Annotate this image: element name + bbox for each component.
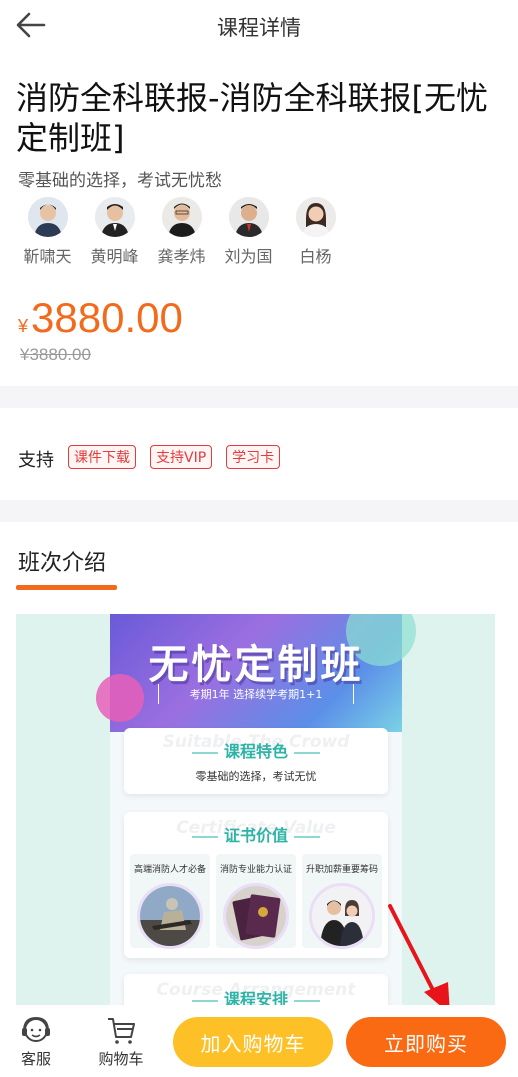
card-text: 零基础的选择，考试无忧 bbox=[195, 770, 317, 783]
customer-service-button[interactable]: 客服 bbox=[13, 1015, 59, 1069]
value-label: 升职加薪重要筹码 bbox=[305, 865, 378, 875]
course-subtitle: 零基础的选择，考试无忧愁 bbox=[18, 171, 222, 191]
price-value: 3880.00 bbox=[31, 294, 183, 341]
avatar bbox=[295, 197, 336, 237]
card-heading: 课程特色 bbox=[124, 738, 388, 762]
section-title: 班次介绍 bbox=[18, 551, 107, 576]
class-intro-poster: 无忧定制班 考期1年 选择续学考期1+1 Suitable The Crowd … bbox=[16, 614, 495, 1014]
support-tag: 学习卡 bbox=[226, 445, 281, 469]
avatar bbox=[161, 197, 202, 237]
value-item: 升职加薪重要筹码 bbox=[302, 854, 382, 949]
top-bar: 课程详情 bbox=[0, 0, 518, 50]
current-price: ¥3880.00 bbox=[18, 294, 183, 342]
teacher-list: 靳啸天 黄明峰 龚孝炜 刘为国 白杨 bbox=[14, 197, 349, 267]
teacher-name: 靳啸天 bbox=[23, 247, 72, 266]
section-underline bbox=[16, 585, 117, 590]
currency-symbol: ¥ bbox=[18, 316, 29, 336]
teacher-item[interactable]: 刘为国 bbox=[215, 197, 282, 267]
support-tags: 课件下载 支持VIP 学习卡 bbox=[68, 445, 281, 469]
add-to-cart-button[interactable]: 加入购物车 bbox=[173, 1017, 333, 1067]
card-heading: 证书价值 bbox=[124, 822, 388, 846]
value-label: 高端消防人才必备 bbox=[133, 865, 206, 875]
section-divider bbox=[0, 500, 518, 522]
value-label: 消防专业能力认证 bbox=[219, 865, 292, 875]
professionals-image bbox=[309, 883, 375, 949]
section-divider bbox=[0, 386, 518, 408]
buy-now-button[interactable]: 立即购买 bbox=[346, 1017, 506, 1067]
teacher-item[interactable]: 龚孝炜 bbox=[148, 197, 215, 267]
original-price: ¥3880.00 bbox=[20, 345, 91, 364]
teacher-name: 白杨 bbox=[299, 247, 332, 266]
cart-label: 购物车 bbox=[98, 1050, 144, 1068]
teacher-item[interactable]: 靳啸天 bbox=[14, 197, 81, 267]
course-title: 消防全科联报-消防全科联报[无忧定制班] bbox=[16, 79, 489, 157]
value-item: 高端消防人才必备 bbox=[130, 854, 210, 949]
teacher-item[interactable]: 黄明峰 bbox=[81, 197, 148, 267]
avatar bbox=[94, 197, 135, 237]
support-label: 支持 bbox=[18, 450, 54, 471]
avatar bbox=[228, 197, 269, 237]
bottom-action-bar: 客服 购物车 加入购物车 立即购买 bbox=[0, 1005, 518, 1077]
customer-service-icon bbox=[22, 1016, 50, 1042]
poster-banner: 无忧定制班 考期1年 选择续学考期1+1 bbox=[96, 614, 416, 732]
support-tag: 支持VIP bbox=[150, 445, 213, 469]
feature-card: Suitable The Crowd 课程特色 零基础的选择，考试无忧 bbox=[124, 728, 388, 794]
avatar bbox=[27, 197, 68, 237]
service-label: 客服 bbox=[20, 1050, 51, 1068]
firefighter-image bbox=[137, 883, 203, 949]
certificate-image bbox=[223, 883, 289, 949]
teacher-name: 黄明峰 bbox=[90, 247, 139, 266]
teacher-item[interactable]: 白杨 bbox=[282, 197, 349, 267]
teacher-name: 龚孝炜 bbox=[157, 247, 206, 266]
certificate-card: Certificate Value 证书价值 高端消防人才必备 消防专业能力认证 bbox=[124, 812, 388, 958]
page-title: 课程详情 bbox=[217, 16, 301, 40]
poster-title: 无忧定制班 bbox=[148, 642, 364, 688]
teacher-name: 刘为国 bbox=[224, 247, 273, 266]
support-tag: 课件下载 bbox=[68, 445, 136, 469]
poster-panel: 无忧定制班 考期1年 选择续学考期1+1 Suitable The Crowd … bbox=[96, 614, 416, 1014]
poster-subtitle: 考期1年 选择续学考期1+1 bbox=[158, 684, 354, 704]
value-item: 消防专业能力认证 bbox=[216, 854, 296, 949]
shopping-cart-icon bbox=[108, 1018, 135, 1044]
cart-button[interactable]: 购物车 bbox=[98, 1015, 144, 1069]
